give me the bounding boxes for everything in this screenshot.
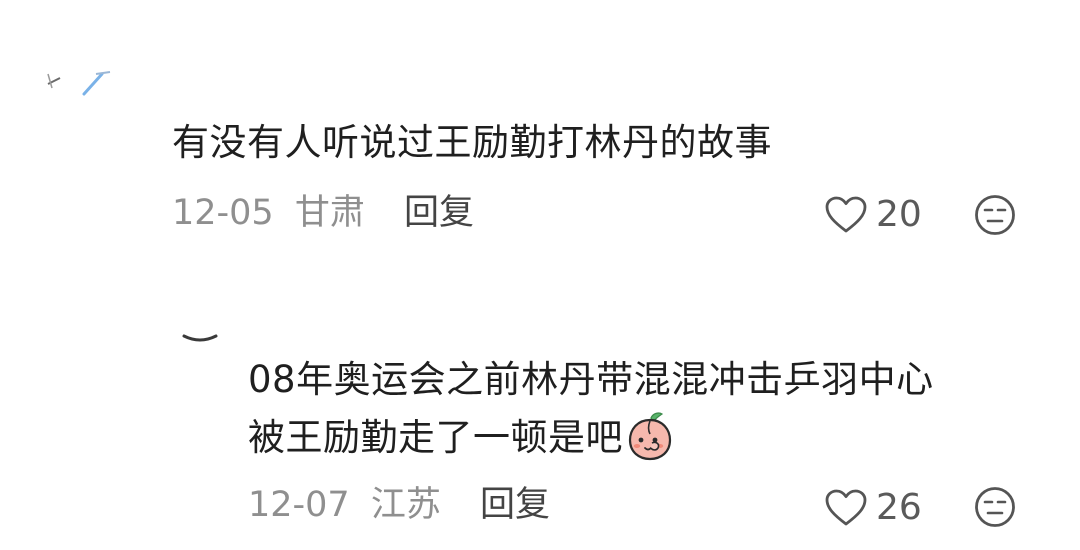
- reply-text-line-1: 08年奥运会之前林丹带混混冲击乒羽中心: [248, 358, 934, 401]
- heart-outline-icon: [825, 196, 867, 233]
- reply-location: 江苏: [370, 485, 441, 525]
- reply-text-line-2-content: 被王励勤走了一顿是吧: [248, 416, 623, 459]
- comment-location: 甘肃: [294, 193, 365, 233]
- like-button[interactable]: 20: [824, 190, 922, 240]
- reply-button[interactable]: 回复: [480, 485, 550, 525]
- like-count: 20: [876, 194, 922, 235]
- comment-text: 有没有人听说过王励勤打林丹的故事: [172, 121, 772, 164]
- comment-date: 12-05: [172, 193, 274, 233]
- heart-outline-icon: [825, 489, 867, 526]
- reply-date: 12-07: [248, 485, 350, 525]
- neutral-face-icon[interactable]: [973, 485, 1017, 529]
- peach-face-emoji: [628, 412, 672, 461]
- like-button[interactable]: 26: [824, 483, 922, 533]
- user-avatar[interactable]: [40, 50, 120, 110]
- reply-meta: 12-07 江苏 回复: [248, 480, 550, 530]
- like-count: 26: [876, 487, 922, 528]
- comment-meta: 12-05 甘肃 回复: [172, 188, 474, 238]
- neutral-face-icon[interactable]: [973, 193, 1017, 237]
- reply-button[interactable]: 回复: [404, 193, 474, 233]
- reply-text-line-2: 被王励勤走了一顿是吧: [248, 408, 675, 468]
- reply-avatar[interactable]: [180, 326, 220, 346]
